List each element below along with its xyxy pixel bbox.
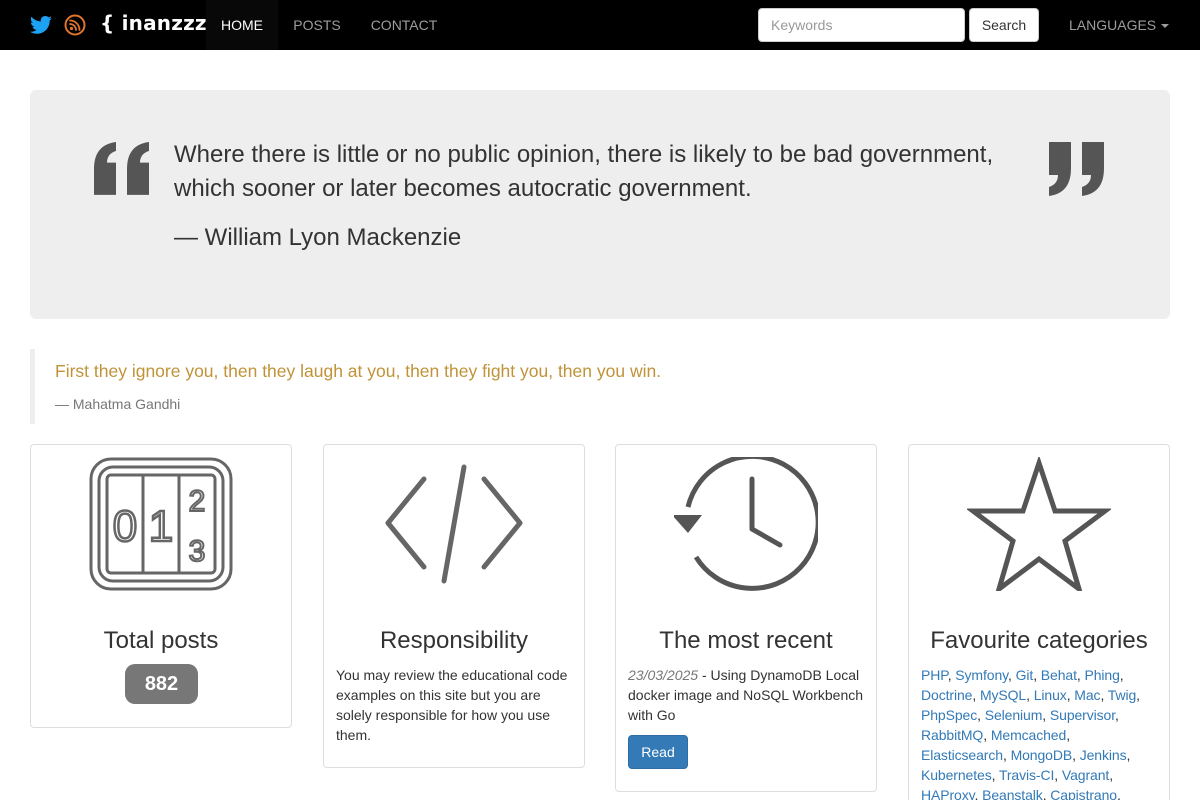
- category-link[interactable]: Mac: [1074, 687, 1100, 703]
- category-link[interactable]: Jenkins: [1080, 747, 1127, 763]
- category-link[interactable]: Selenium: [985, 707, 1043, 723]
- history-icon: [674, 457, 818, 591]
- nav-posts[interactable]: POSTS: [278, 0, 356, 50]
- category-link[interactable]: Supervisor: [1050, 707, 1115, 723]
- category-link[interactable]: Git: [1016, 667, 1034, 683]
- code-icon: [385, 464, 523, 584]
- card-favourite-categories: Favourite categories PHP, Symfony, Git, …: [908, 444, 1170, 800]
- blockquote: First they ignore you, then they laugh a…: [30, 349, 1170, 424]
- read-button[interactable]: Read: [628, 735, 688, 769]
- card-title: Responsibility: [379, 627, 529, 654]
- category-link[interactable]: Symfony: [955, 667, 1008, 683]
- svg-text:1: 1: [149, 502, 173, 551]
- navbar: { inanzzz } HOME POSTS CONTACT Search LA…: [0, 0, 1200, 50]
- star-icon: [967, 457, 1111, 591]
- category-link[interactable]: Elasticsearch: [921, 747, 1003, 763]
- card-title: Total posts: [103, 627, 219, 654]
- category-link[interactable]: Vagrant: [1062, 767, 1109, 783]
- caret-down-icon: [1161, 24, 1170, 29]
- quote-text: Where there is little or no public opini…: [174, 141, 994, 202]
- twitter-icon[interactable]: [29, 13, 53, 37]
- counter-icon: 0 1 2 3: [89, 457, 233, 591]
- search-button[interactable]: Search: [969, 8, 1039, 42]
- card-total-posts: 0 1 2 3 Total posts 882: [30, 444, 292, 728]
- recent-post-date: 23/03/2025: [628, 667, 699, 683]
- card-responsibility: Responsibility You may review the educat…: [323, 444, 585, 768]
- rss-icon[interactable]: [63, 13, 87, 37]
- category-link[interactable]: Capistrano: [1050, 787, 1117, 800]
- category-link[interactable]: Doctrine: [921, 687, 972, 703]
- category-link[interactable]: Kubernetes: [921, 767, 992, 783]
- category-link[interactable]: Phing: [1084, 667, 1119, 683]
- recent-post-text: 23/03/2025 - Using DynamoDB Local docker…: [628, 665, 866, 725]
- category-link[interactable]: PhpSpec: [921, 707, 977, 723]
- quote-open-icon: [94, 142, 149, 195]
- category-link[interactable]: PHP: [921, 667, 948, 683]
- languages-label: LANGUAGES: [1069, 17, 1157, 33]
- svg-text:0: 0: [113, 502, 137, 551]
- search-input[interactable]: [758, 8, 965, 42]
- category-link[interactable]: Beanstalk: [982, 787, 1043, 800]
- category-link[interactable]: Behat: [1041, 667, 1077, 683]
- svg-text:2: 2: [189, 485, 206, 518]
- responsibility-text: You may review the educational code exam…: [336, 667, 568, 743]
- svg-text:3: 3: [189, 535, 206, 568]
- blockquote-author: — Mahatma Gandhi: [55, 396, 181, 412]
- featured-quote: Where there is little or no public opini…: [30, 90, 1170, 319]
- card-most-recent: The most recent 23/03/2025 - Using Dynam…: [615, 444, 877, 792]
- category-list: PHP, Symfony, Git, Behat, Phing, Doctrin…: [921, 665, 1159, 800]
- nav-home[interactable]: HOME: [206, 0, 278, 50]
- blockquote-text: First they ignore you, then they laugh a…: [55, 361, 662, 381]
- category-link[interactable]: Linux: [1034, 687, 1067, 703]
- category-link[interactable]: MongoDB: [1011, 747, 1073, 763]
- card-title: Favourite categories: [930, 627, 1148, 654]
- nav-contact[interactable]: CONTACT: [356, 0, 452, 50]
- total-posts-badge: 882: [125, 664, 198, 704]
- card-title: The most recent: [659, 627, 833, 654]
- category-link[interactable]: HAProxy: [921, 787, 975, 800]
- category-link[interactable]: Travis-CI: [999, 767, 1054, 783]
- category-link[interactable]: MySQL: [980, 687, 1026, 703]
- quote-close-icon: [1049, 142, 1104, 196]
- category-link[interactable]: Twig: [1108, 687, 1136, 703]
- quote-author: — William Lyon Mackenzie: [174, 224, 462, 251]
- category-link[interactable]: RabbitMQ: [921, 727, 983, 743]
- languages-dropdown[interactable]: LANGUAGES: [1069, 0, 1170, 50]
- category-link[interactable]: Memcached: [991, 727, 1066, 743]
